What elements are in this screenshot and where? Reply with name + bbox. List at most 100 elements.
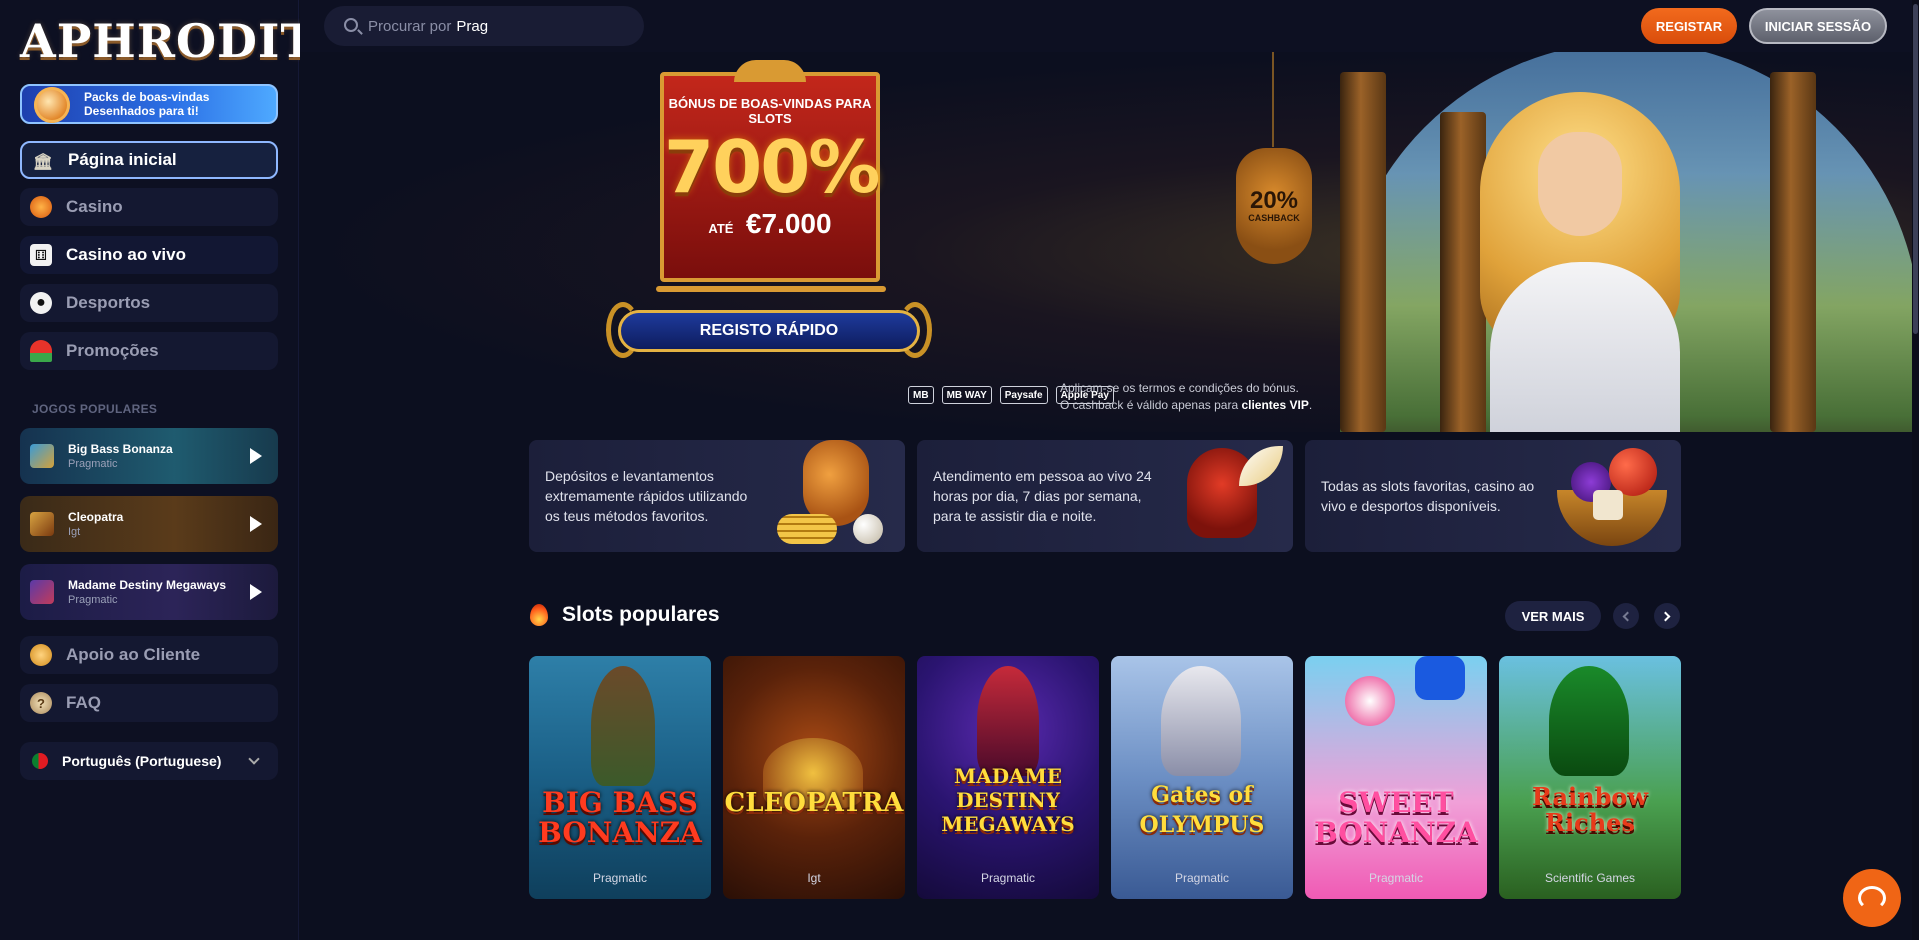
sidebar-item-support[interactable]: Apoio ao Cliente — [20, 636, 278, 674]
lollipop-figure — [1345, 676, 1395, 726]
bonus-terms: Aplicam-se os termos e condições do bónu… — [1060, 380, 1312, 414]
game-provider: Pragmatic — [980, 871, 1036, 885]
cta-wrapper: REGISTO RÁPIDO — [606, 302, 932, 358]
amphora-coins-icon — [773, 440, 893, 552]
cashback-percent: 20% — [1249, 187, 1299, 214]
game-card[interactable]: BIG BASS BONANZA Pragmatic — [529, 656, 711, 899]
game-title: Rainbow Riches — [1531, 782, 1649, 837]
popular-game-provider: Pragmatic — [68, 457, 118, 470]
hero-column — [1770, 72, 1816, 432]
banner-rod — [656, 286, 886, 292]
sidebar-item-sports[interactable]: ● Desportos — [20, 284, 278, 322]
sidebar-item-home[interactable]: 🏛 Página inicial — [20, 141, 278, 179]
play-icon[interactable] — [250, 448, 262, 464]
login-button[interactable]: INICIAR SESSÃO — [1749, 8, 1887, 44]
game-provider: Igt — [807, 871, 821, 885]
game-title: CLEOPATRA — [724, 788, 904, 818]
sidebar-item-label: Desportos — [66, 293, 151, 312]
popular-games-title: JOGOS POPULARES — [32, 402, 158, 416]
goddess-face — [1538, 132, 1622, 236]
madame-figure — [977, 666, 1039, 776]
search-placeholder: Procurar por — [368, 17, 452, 35]
chip-icon — [30, 196, 52, 218]
terms-line2-suffix: . — [1308, 398, 1313, 412]
popular-game-name: Big Bass Bonanza — [68, 441, 173, 456]
headset-icon — [30, 644, 52, 666]
chat-icon — [1858, 886, 1886, 910]
sidebar-item-label: FAQ — [66, 693, 101, 712]
language-selector[interactable]: Português (Portuguese) — [20, 742, 278, 780]
popular-slots-heading: Slots populares — [530, 603, 720, 627]
see-more-button[interactable]: VER MAIS — [1505, 601, 1601, 631]
terms-line2: O cashback é válido apenas para clientes… — [1060, 397, 1312, 414]
winged-helmet-icon — [1161, 440, 1283, 552]
sidebar-item-live-casino[interactable]: ⚅ Casino ao vivo — [20, 236, 278, 274]
carousel-next-button[interactable] — [1654, 603, 1680, 629]
goddess-dress — [1490, 262, 1680, 432]
quick-register-button[interactable]: REGISTO RÁPIDO — [618, 310, 920, 352]
game-provider: Pragmatic — [592, 871, 648, 885]
feature-text: Depósitos e levantamentos extremamente r… — [545, 468, 748, 524]
football-icon: ● — [30, 292, 52, 314]
terms-line1: Aplicam-se os termos e condições do bónu… — [1060, 381, 1299, 395]
sidebar-item-casino[interactable]: Casino — [20, 188, 278, 226]
feature-text: Atendimento em pessoa ao vivo 24 horas p… — [933, 468, 1152, 524]
chevron-left-icon — [1622, 611, 1633, 621]
mb-logo: MB — [908, 386, 934, 404]
goddess-illustration — [1460, 82, 1710, 432]
chevron-right-icon — [1660, 611, 1671, 621]
terms-vip-link: clientes VIP — [1241, 398, 1309, 412]
bonus-amount: €7.000 — [745, 208, 832, 239]
hero-banner[interactable]: 20% CASHBACK BÓNUS DE BOAS-VINDAS PARA S… — [300, 52, 1912, 432]
game-provider: Pragmatic — [1368, 871, 1424, 885]
gift-icon — [34, 87, 70, 123]
cashback-label: CASHBACK — [1248, 213, 1300, 223]
welcome-pack-banner[interactable]: Packs de boas-vindas Desenhados para ti! — [20, 84, 278, 124]
carousel-prev-button[interactable] — [1613, 603, 1639, 629]
popular-game-provider: Pragmatic — [68, 593, 118, 606]
game-card[interactable]: SWEET BONANZA Pragmatic — [1305, 656, 1487, 899]
fire-icon — [530, 604, 548, 626]
popular-game-name: Madame Destiny Megaways — [68, 577, 227, 592]
fruit-bowl-icon — [1549, 440, 1669, 552]
wing-shape — [1239, 446, 1283, 486]
sidebar-item-promotions[interactable]: Promoções — [20, 332, 278, 370]
welcome-pack-line1: Packs de boas-vindas — [84, 90, 210, 104]
live-chat-button[interactable] — [1843, 869, 1901, 927]
scrollbar-thumb[interactable] — [1913, 4, 1918, 334]
play-icon[interactable] — [250, 584, 262, 600]
welcome-pack-line2: Desenhados para ti! — [84, 104, 199, 118]
sidebar-item-label: Apoio ao Cliente — [66, 645, 201, 664]
game-thumbnail — [30, 512, 54, 536]
game-provider: Pragmatic — [1174, 871, 1230, 885]
hero-column — [1340, 72, 1386, 432]
game-title: SWEET BONANZA — [1314, 786, 1478, 849]
feature-text: Todas as slots favoritas, casino ao vivo… — [1321, 478, 1535, 514]
feature-card-support: Atendimento em pessoa ao vivo 24 horas p… — [917, 440, 1293, 552]
search-input[interactable]: Procurar por Prag — [324, 6, 644, 46]
apple-shape — [1609, 448, 1657, 496]
sidebar-item-faq[interactable]: ? FAQ — [20, 684, 278, 722]
game-card[interactable]: MADAME DESTINY MEGAWAYS Pragmatic — [917, 656, 1099, 899]
game-card[interactable]: Gates of OLYMPUS Pragmatic — [1111, 656, 1293, 899]
bonus-subtitle: BÓNUS DE BOAS-VINDAS PARA SLOTS — [668, 96, 872, 126]
sidebar-item-label: Promoções — [66, 341, 159, 360]
popular-game-item[interactable]: Madame Destiny Megaways Pragmatic — [20, 564, 278, 620]
game-card[interactable]: CLEOPATRA Igt — [723, 656, 905, 899]
feature-card-games: Todas as slots favoritas, casino ao vivo… — [1305, 440, 1681, 552]
popular-game-item[interactable]: Cleopatra Igt — [20, 496, 278, 552]
game-thumbnail — [30, 444, 54, 468]
chevron-down-icon — [248, 753, 260, 765]
register-button[interactable]: REGISTAR — [1641, 8, 1737, 44]
sidebar-item-label: Casino ao vivo — [66, 245, 186, 264]
leprechaun-figure — [1549, 666, 1629, 776]
game-card[interactable]: Rainbow Riches Scientific Games — [1499, 656, 1681, 899]
search-icon — [344, 18, 358, 32]
feature-card-payments: Depósitos e levantamentos extremamente r… — [529, 440, 905, 552]
paysafe-logo: Paysafe — [999, 386, 1048, 404]
page-scrollbar[interactable] — [1912, 0, 1919, 940]
popular-game-item[interactable]: Big Bass Bonanza Pragmatic — [20, 428, 278, 484]
search-value: Prag — [456, 17, 489, 35]
play-icon[interactable] — [250, 516, 262, 532]
banner-ornament — [734, 60, 806, 82]
